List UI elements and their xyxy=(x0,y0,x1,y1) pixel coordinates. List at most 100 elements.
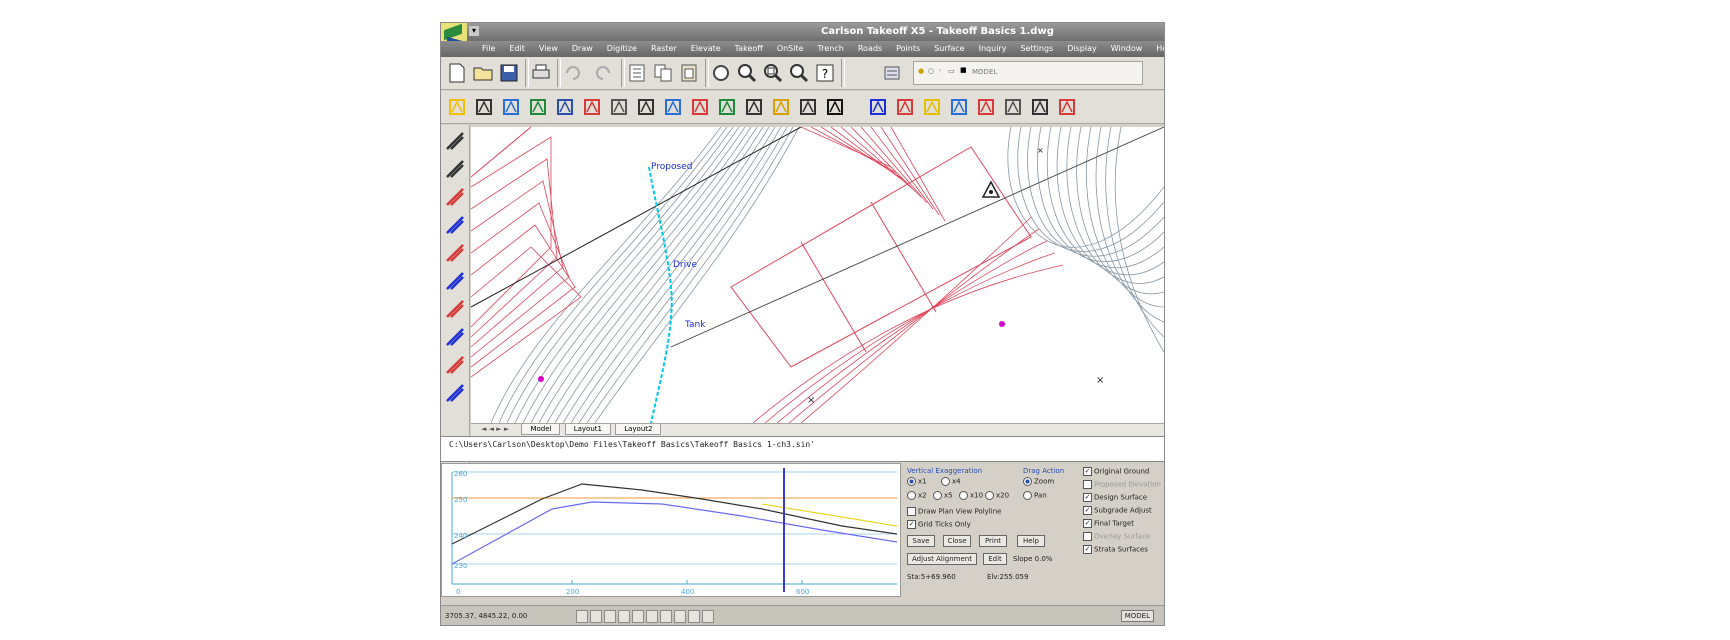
menu-item-view[interactable]: View xyxy=(532,41,565,57)
surface-icon[interactable] xyxy=(526,95,550,119)
vert-exag-x2[interactable]: x2 xyxy=(907,491,927,500)
qp-icon[interactable] xyxy=(688,610,700,623)
menu-item-edit[interactable]: Edit xyxy=(502,41,532,57)
line-icon[interactable] xyxy=(443,241,467,265)
model-toggle[interactable]: MODEL xyxy=(1120,610,1154,622)
help-button[interactable]: Help xyxy=(1017,535,1045,547)
otrack-icon[interactable] xyxy=(646,610,658,623)
pan-realtime-icon[interactable] xyxy=(709,61,733,85)
undo-icon[interactable] xyxy=(561,61,585,85)
menu-item-onsite[interactable]: OnSite xyxy=(770,41,811,57)
report1-icon[interactable] xyxy=(947,95,971,119)
break-icon[interactable] xyxy=(443,269,467,293)
triangle-icon[interactable] xyxy=(634,95,658,119)
vert-exag-x1[interactable]: x1 xyxy=(907,477,927,486)
menu-item-display[interactable]: Display xyxy=(1060,41,1104,57)
help-icon[interactable]: ? xyxy=(813,61,837,85)
dyn-icon[interactable] xyxy=(674,610,686,623)
menu-item-raster[interactable]: Raster xyxy=(644,41,684,57)
print-button[interactable]: Print xyxy=(979,535,1007,547)
copy-icon[interactable] xyxy=(651,61,675,85)
snap-icon[interactable] xyxy=(576,610,588,623)
view-icon[interactable] xyxy=(1028,95,1052,119)
cut-icon[interactable] xyxy=(625,61,649,85)
arc-icon[interactable] xyxy=(443,353,467,377)
layer-icon[interactable] xyxy=(443,381,467,405)
edit-button[interactable]: Edit xyxy=(983,553,1007,565)
menu-item-roads[interactable]: Roads xyxy=(851,41,889,57)
grid-icon[interactable] xyxy=(590,610,602,623)
adjust-alignment-button[interactable]: Adjust Alignment xyxy=(907,553,977,565)
drawing-area[interactable]: Proposed Drive Tank × × × xyxy=(471,127,1164,423)
menu-item-help[interactable]: Help xyxy=(1149,41,1164,57)
sc-icon[interactable] xyxy=(702,610,714,623)
menu-item-window[interactable]: Window xyxy=(1104,41,1150,57)
contour-icon[interactable] xyxy=(499,95,523,119)
surface-checkbox-subgrade-adjust[interactable]: ✓ Subgrade Adjust xyxy=(1083,506,1152,515)
crop-icon[interactable] xyxy=(443,157,467,181)
add-point-yellow-icon[interactable] xyxy=(920,95,944,119)
paste-icon[interactable] xyxy=(677,61,701,85)
cutfill-icon[interactable] xyxy=(607,95,631,119)
volume-icon[interactable] xyxy=(715,95,739,119)
branch-icon[interactable] xyxy=(443,325,467,349)
report3-icon[interactable] xyxy=(1001,95,1025,119)
menu-item-inquiry[interactable]: Inquiry xyxy=(972,41,1014,57)
zoom-previous-icon[interactable] xyxy=(787,61,811,85)
draw-plan-checkbox[interactable]: Draw Plan View Polyline xyxy=(907,507,1001,516)
join-icon[interactable] xyxy=(443,297,467,321)
trench-icon[interactable] xyxy=(580,95,604,119)
vert-exag-x4[interactable]: x4 xyxy=(941,477,961,486)
select-icon[interactable] xyxy=(443,129,467,153)
crosshair-icon[interactable] xyxy=(472,95,496,119)
binocular2-icon[interactable] xyxy=(823,95,847,119)
surface-checkbox-original-ground[interactable]: ✓ Original Ground xyxy=(1083,467,1149,476)
menu-item-surface[interactable]: Surface xyxy=(927,41,971,57)
osnap-icon[interactable] xyxy=(632,610,644,623)
point-icon[interactable] xyxy=(769,95,793,119)
z-elevation-icon[interactable] xyxy=(443,213,467,237)
save-icon[interactable] xyxy=(497,61,521,85)
add-point-icon[interactable] xyxy=(866,95,890,119)
title-bar[interactable]: ▾ Carlson Takeoff X5 - Takeoff Basics 1.… xyxy=(441,23,1164,41)
ortho-icon[interactable] xyxy=(604,610,616,623)
command-line[interactable]: C:\Users\Carlson\Desktop\Demo Files\Take… xyxy=(441,436,1164,462)
surface-checkbox-proposed-elevation[interactable]: Proposed Elevation xyxy=(1083,480,1161,489)
add-point-red-icon[interactable] xyxy=(893,95,917,119)
survey-icon[interactable] xyxy=(445,95,469,119)
menu-item-elevate[interactable]: Elevate xyxy=(684,41,728,57)
binocular-icon[interactable] xyxy=(796,95,820,119)
vert-exag-x10[interactable]: x10 xyxy=(959,491,983,500)
vert-exag-x5[interactable]: x5 xyxy=(933,491,953,500)
surface-checkbox-final-target[interactable]: ✓ Final Target xyxy=(1083,519,1134,528)
menu-item-points[interactable]: Points xyxy=(889,41,927,57)
tab-layout2[interactable]: Layout2 xyxy=(615,424,662,435)
print-icon[interactable] xyxy=(529,61,553,85)
drag-zoom-radio[interactable]: Zoom xyxy=(1023,477,1054,486)
menu-item-file[interactable]: File xyxy=(475,41,502,57)
drag-pan-radio[interactable]: Pan xyxy=(1023,491,1047,500)
tab-layout1[interactable]: Layout1 xyxy=(564,424,611,435)
save-button[interactable]: Save xyxy=(907,535,935,547)
layer-properties-icon[interactable] xyxy=(881,61,905,85)
surface-checkbox-strata-surfaces[interactable]: ✓ Strata Surfaces xyxy=(1083,545,1148,554)
zoom-window-icon[interactable] xyxy=(761,61,785,85)
lineweight-icon[interactable] xyxy=(660,610,672,623)
menu-item-draw[interactable]: Draw xyxy=(565,41,600,57)
road-icon[interactable] xyxy=(553,95,577,119)
polar-icon[interactable] xyxy=(618,610,630,623)
new-file-icon[interactable] xyxy=(445,61,469,85)
menu-item-trench[interactable]: Trench xyxy=(811,41,851,57)
link-icon[interactable] xyxy=(661,95,685,119)
surface-checkbox-design-surface[interactable]: ✓ Design Surface xyxy=(1083,493,1147,502)
menu-item-settings[interactable]: Settings xyxy=(1013,41,1060,57)
profile-icon[interactable] xyxy=(688,95,712,119)
redo-icon[interactable] xyxy=(591,61,615,85)
mirror-icon[interactable] xyxy=(443,185,467,209)
open-folder-icon[interactable] xyxy=(471,61,495,85)
layer-dropdown[interactable]: ● ○ ◦ ▭ ■ MODEL xyxy=(913,61,1143,85)
system-menu-button[interactable]: ▾ xyxy=(469,26,479,36)
inspect-icon[interactable] xyxy=(742,95,766,119)
grid-ticks-checkbox[interactable]: ✓ Grid Ticks Only xyxy=(907,520,971,529)
report2-icon[interactable] xyxy=(974,95,998,119)
